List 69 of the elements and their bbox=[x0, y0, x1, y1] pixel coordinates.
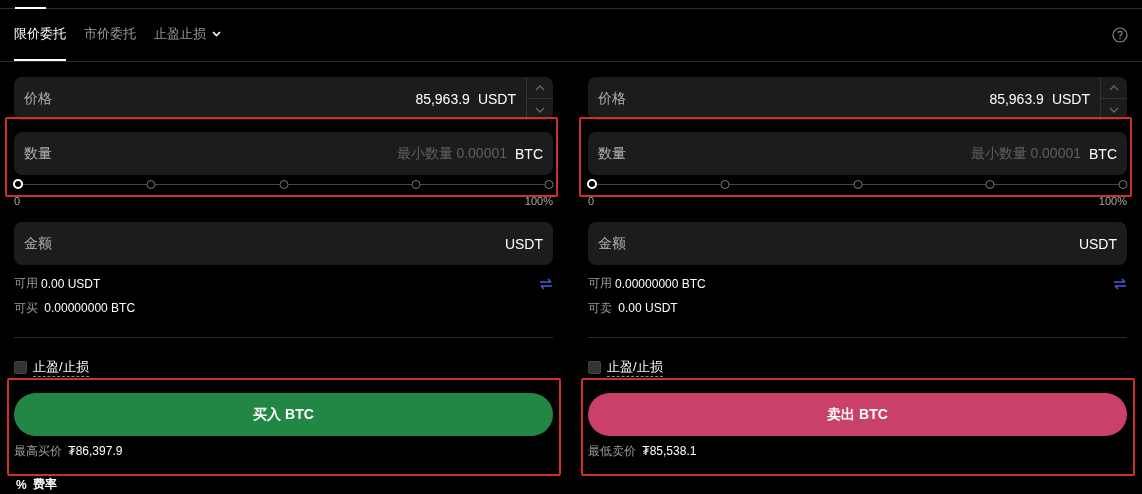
slider-step-dot[interactable] bbox=[985, 180, 995, 189]
slider-track[interactable] bbox=[14, 180, 553, 190]
placeholder: 最小数量 0.00001 bbox=[970, 144, 1081, 163]
chevron-down-icon bbox=[212, 31, 221, 37]
unit-label: BTC bbox=[1089, 145, 1117, 162]
slider-thumb[interactable] bbox=[13, 179, 23, 189]
slider-min-label: 0 bbox=[588, 195, 595, 207]
checkbox-label[interactable]: 止盈/止损 bbox=[33, 358, 89, 377]
price-field[interactable]: 价格 85,963.9 USDT bbox=[14, 77, 553, 120]
field-value: 85,963.9 bbox=[415, 90, 470, 107]
balance-label: 可用 bbox=[14, 275, 38, 292]
unit-label: USDT bbox=[477, 90, 516, 107]
chevron-up-icon[interactable] bbox=[1109, 84, 1119, 91]
slider-step-dot[interactable] bbox=[146, 180, 156, 189]
field-label: 金额 bbox=[24, 234, 52, 253]
slider-track[interactable] bbox=[588, 180, 1127, 190]
help-icon[interactable] bbox=[1112, 27, 1128, 43]
unit-label: USDT bbox=[1078, 235, 1117, 252]
slider-step-dot[interactable] bbox=[720, 180, 730, 189]
field-value: 85,963.9 bbox=[989, 90, 1044, 107]
slider-step-dot[interactable] bbox=[853, 180, 862, 189]
unit-label: BTC bbox=[515, 145, 543, 162]
balance-value: 0.00 USDT bbox=[41, 276, 101, 291]
amount-field[interactable]: 金额 USDT bbox=[588, 222, 1127, 265]
percent-icon: % bbox=[16, 477, 27, 492]
balance-value: 0.00000000 BTC bbox=[44, 301, 136, 315]
balance-label: 可买 bbox=[14, 301, 38, 315]
balance-label: 可卖 bbox=[588, 301, 612, 315]
balance-label: 可用 bbox=[588, 275, 612, 292]
unit-label: USDT bbox=[1051, 90, 1090, 107]
quantity-field[interactable]: 数量 最小数量 0.00001 BTC bbox=[588, 132, 1127, 175]
slider-step-dot[interactable] bbox=[544, 180, 554, 189]
quantity-field[interactable]: 数量 最小数量 0.00001 BTC bbox=[14, 132, 553, 175]
best-price-value: ₮85,538.1 bbox=[642, 444, 697, 458]
field-label: 数量 bbox=[598, 144, 626, 163]
best-price-value: ₮86,397.9 bbox=[68, 444, 123, 458]
order-type-tab[interactable]: 限价委托 bbox=[14, 9, 66, 61]
slider-thumb[interactable] bbox=[587, 179, 597, 189]
slider-max-label: 100% bbox=[1098, 195, 1127, 207]
checkbox[interactable] bbox=[588, 361, 601, 374]
slider-step-dot[interactable] bbox=[1118, 180, 1128, 189]
best-price-label: 最低卖价 bbox=[588, 444, 636, 458]
order-type-tab[interactable]: 市价委托 bbox=[84, 9, 136, 61]
chevron-down-icon[interactable] bbox=[1109, 106, 1119, 113]
swap-icon[interactable] bbox=[539, 277, 553, 290]
balance-value: 0.00000000 BTC bbox=[615, 276, 706, 291]
unit-label: USDT bbox=[504, 235, 543, 252]
slider-max-label: 100% bbox=[524, 195, 553, 207]
field-label: 价格 bbox=[598, 89, 626, 108]
order-type-tab[interactable]: 止盈止损 bbox=[154, 9, 221, 61]
buy-button[interactable]: 买入 BTC bbox=[14, 393, 553, 436]
fee-label[interactable]: 费率 bbox=[32, 476, 57, 493]
checkbox-label[interactable]: 止盈/止损 bbox=[607, 358, 663, 377]
chevron-down-icon[interactable] bbox=[535, 106, 545, 113]
chevron-up-icon[interactable] bbox=[535, 84, 545, 91]
slider-min-label: 0 bbox=[14, 195, 21, 207]
field-label: 金额 bbox=[598, 234, 626, 253]
field-label: 数量 bbox=[24, 144, 52, 163]
field-label: 价格 bbox=[24, 89, 52, 108]
balance-value: 0.00 USDT bbox=[618, 301, 678, 315]
checkbox[interactable] bbox=[14, 361, 27, 374]
best-price-label: 最高买价 bbox=[14, 444, 62, 458]
price-field[interactable]: 价格 85,963.9 USDT bbox=[588, 77, 1127, 120]
slider-step-dot[interactable] bbox=[411, 180, 421, 189]
slider-step-dot[interactable] bbox=[279, 180, 288, 189]
swap-icon[interactable] bbox=[1113, 277, 1127, 290]
sell-button[interactable]: 卖出 BTC bbox=[588, 393, 1127, 436]
amount-field[interactable]: 金额 USDT bbox=[14, 222, 553, 265]
placeholder: 最小数量 0.00001 bbox=[396, 144, 507, 163]
